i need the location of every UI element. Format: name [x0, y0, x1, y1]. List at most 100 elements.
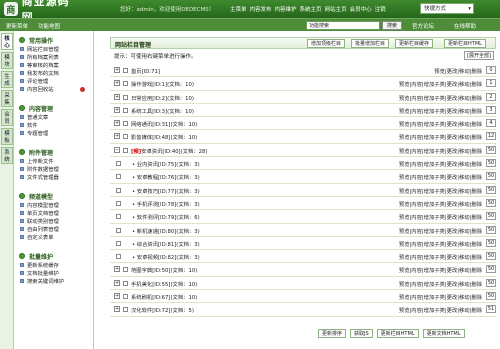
- category-actions[interactable]: 预览|内容|增加子类|更改|移动|删除: [399, 280, 482, 288]
- category-name[interactable]: • 安卓视频[ID:82](文档：3): [132, 253, 200, 261]
- row-checkbox[interactable]: [123, 81, 128, 87]
- category-name[interactable]: 网络通讯[ID:31](文档：10): [131, 120, 197, 128]
- category-actions[interactable]: 预览|内容|增加子类|更改|移动|删除: [399, 80, 482, 88]
- category-actions[interactable]: 预览|更改|移动|删除: [434, 67, 482, 75]
- table-row[interactable]: + 系统刷机[ID:67](文档：10) 预览|内容|增加子类|更改|移动|删除 50: [110, 290, 496, 304]
- table-row[interactable]: • 综合资讯[ID:81](文档：3) 预览|内容|增加子类|更改|移动|删除 50: [110, 237, 496, 251]
- table-row[interactable]: • 软件测评[ID:79](文档：6) 预览|内容|增加子类|更改|移动|删除 50: [110, 210, 496, 224]
- online-help-link[interactable]: 在线帮助: [454, 22, 476, 30]
- update-document-html-button[interactable]: 更新文档HTML: [422, 329, 465, 338]
- table-row[interactable]: + 系统工具[ID:3](文档：10) 预览|内容|增加子类|更改|移动|删除 3: [110, 104, 496, 118]
- sort-order-input[interactable]: 50: [486, 172, 496, 181]
- nav-member-center[interactable]: 会员中心: [350, 5, 372, 13]
- row-checkbox[interactable]: [116, 200, 121, 206]
- sidebar-group-header[interactable]: 频道模型: [15, 191, 93, 201]
- expand-icon[interactable]: +: [114, 293, 120, 300]
- category-actions[interactable]: 预览|内容|增加子类|更改|移动|删除: [399, 293, 482, 301]
- expand-icon[interactable]: +: [114, 67, 120, 73]
- sidebar-item[interactable]: 等审核的档案: [15, 61, 93, 69]
- update-category-html-footer-button[interactable]: 更新栏目HTML: [376, 329, 419, 338]
- row-checkbox[interactable]: [123, 147, 128, 153]
- tab-collect[interactable]: 采集: [1, 90, 13, 107]
- category-actions[interactable]: 预览|内容|增加子类|更改|移动|删除: [399, 133, 482, 141]
- category-name[interactable]: • 软件测评[ID:79](文档：6): [132, 213, 200, 221]
- sidebar-item[interactable]: 附件数据管理: [15, 165, 93, 173]
- sort-order-input[interactable]: 50: [486, 265, 496, 274]
- table-row[interactable]: • 业内资讯[ID:75](文档：3) 预览|内容|增加子类|更改|移动|删除 50: [110, 157, 496, 171]
- category-actions[interactable]: 预览|内容|增加子类|更改|移动|删除: [399, 200, 482, 208]
- sidebar-item[interactable]: 自定义表单: [15, 233, 93, 241]
- expand-icon[interactable]: +: [114, 106, 120, 113]
- category-name[interactable]: 操作游戏[ID:1](文档：10): [131, 80, 194, 88]
- table-row[interactable]: • 安卓技巧[ID:77](文档：3) 预览|内容|增加子类|更改|移动|删除 50: [110, 184, 496, 197]
- category-name[interactable]: • 安卓技巧[ID:77](文档：3): [132, 187, 200, 195]
- row-checkbox[interactable]: [123, 294, 128, 300]
- sidebar-item[interactable]: 所有档案列表: [15, 53, 93, 61]
- sort-order-input[interactable]: 4: [486, 119, 496, 128]
- category-name[interactable]: • 手机评测[ID:78](文档：3): [132, 200, 200, 208]
- sidebar-item[interactable]: 文档批量维护: [15, 269, 93, 277]
- category-name[interactable]: 汉化软件[ID:72](文档：5): [131, 306, 194, 314]
- category-name[interactable]: • 安卓教程[ID:76](文档：3): [132, 173, 200, 181]
- expand-icon[interactable]: +: [114, 93, 120, 100]
- sort-order-input[interactable]: 50: [486, 278, 496, 287]
- sidebar-group-header[interactable]: 常用操作: [15, 35, 93, 45]
- table-row[interactable]: + 汉化软件[ID:72](文档：5) 预览|内容|增加子类|更改|移动|删除 51: [110, 303, 496, 317]
- category-name[interactable]: 首页[ID:71]: [131, 67, 160, 75]
- expand-icon[interactable]: +: [114, 133, 120, 140]
- update-menu-button[interactable]: 更新菜单: [6, 22, 28, 30]
- table-row[interactable]: + 操作游戏[ID:1](文档：10) 预览|内容|增加子类|更改|移动|删除 1: [110, 77, 496, 91]
- row-checkbox[interactable]: [123, 121, 128, 127]
- table-row[interactable]: + 首页[ID:71] 预览|更改|移动|删除 0: [110, 64, 496, 78]
- category-name[interactable]: 日常应用[ID:2](文档：10): [131, 94, 194, 102]
- category-actions[interactable]: 预览|内容|增加子类|更改|移动|删除: [399, 94, 482, 102]
- row-checkbox[interactable]: [123, 107, 128, 113]
- sort-order-input[interactable]: 0: [486, 66, 496, 74]
- sidebar-item[interactable]: 更新系统缓存: [15, 261, 93, 269]
- category-name[interactable]: 地图字典[ID:50](文档：10): [131, 266, 197, 274]
- sort-order-input[interactable]: 2: [486, 92, 496, 101]
- update-category-cache-button[interactable]: 更新栏目缓存: [395, 39, 434, 48]
- table-row[interactable]: + 日常应用[ID:2](文档：10) 预览|内容|增加子类|更改|移动|删除 2: [110, 91, 496, 104]
- table-row[interactable]: • 新机速递[ID:80](文档：3) 预览|内容|增加子类|更改|移动|删除 50: [110, 224, 496, 237]
- row-checkbox[interactable]: [123, 94, 128, 100]
- nav-site-home[interactable]: 网站主页: [325, 5, 347, 13]
- sort-order-input[interactable]: 50: [486, 159, 496, 168]
- quick-menu-select[interactable]: 快捷方式: [420, 3, 474, 14]
- sort-order-input[interactable]: 12: [486, 132, 496, 141]
- category-actions[interactable]: 预览|内容|增加子类|更改|移动|删除: [399, 107, 482, 115]
- category-actions[interactable]: 预览|内容|增加子类|更改|移动|删除: [399, 120, 482, 128]
- sidebar-item[interactable]: 我发布的文档: [15, 69, 93, 77]
- table-row[interactable]: − [频]安卓资讯[ID:40](文档：28) 预览|内容|增加子类|更改|移动|删…: [110, 144, 496, 158]
- category-actions[interactable]: 预览|内容|增加子类|更改|移动|删除: [399, 253, 482, 261]
- category-actions[interactable]: 预览|内容|增加子类|更改|移动|删除: [399, 227, 482, 235]
- add-top-category-button[interactable]: 增加顶级栏目: [307, 39, 346, 48]
- nav-system-home[interactable]: 系统主页: [300, 5, 322, 13]
- row-checkbox[interactable]: [123, 267, 128, 273]
- row-checkbox[interactable]: [116, 214, 121, 220]
- row-checkbox[interactable]: [123, 68, 128, 73]
- sidebar-group-header[interactable]: 附件管理: [15, 147, 93, 157]
- sidebar-item[interactable]: 内容模型管理: [15, 201, 93, 209]
- nav-maintain[interactable]: 内容维护: [275, 5, 297, 13]
- nav-logout[interactable]: 注销: [375, 5, 386, 13]
- sidebar-item[interactable]: 搜索关键词维护: [15, 277, 93, 285]
- sort-order-input[interactable]: 50: [486, 252, 496, 261]
- category-actions[interactable]: 预览|内容|增加子类|更改|移动|删除: [399, 266, 482, 274]
- sort-order-input[interactable]: 50: [486, 145, 496, 154]
- expand-icon[interactable]: +: [114, 80, 120, 87]
- tab-core[interactable]: 核心: [1, 33, 13, 50]
- sidebar-item[interactable]: 软件: [15, 121, 93, 129]
- table-row[interactable]: + 手机美化[ID:55](文档：10) 预览|内容|增加子类|更改|移动|删除 50: [110, 277, 496, 291]
- category-name[interactable]: • 综合资讯[ID:81](文档：3): [132, 240, 200, 248]
- expand-icon[interactable]: +: [114, 266, 120, 273]
- category-name[interactable]: [频]安卓资讯[ID:40](文档：28): [131, 147, 207, 155]
- sidebar-item[interactable]: 自由列表管理: [15, 225, 93, 233]
- search-button[interactable]: 搜索: [382, 21, 402, 30]
- expand-icon[interactable]: +: [114, 306, 120, 313]
- sidebar-item[interactable]: 文件式管理器: [15, 173, 93, 181]
- row-checkbox[interactable]: [116, 227, 121, 233]
- category-actions[interactable]: 预览|内容|增加子类|更改|移动|删除: [399, 147, 482, 155]
- category-actions[interactable]: 预览|内容|增加子类|更改|移动|删除: [399, 213, 482, 221]
- table-row[interactable]: + 地图字典[ID:50](文档：10) 预览|内容|增加子类|更改|移动|删除 50: [110, 263, 496, 277]
